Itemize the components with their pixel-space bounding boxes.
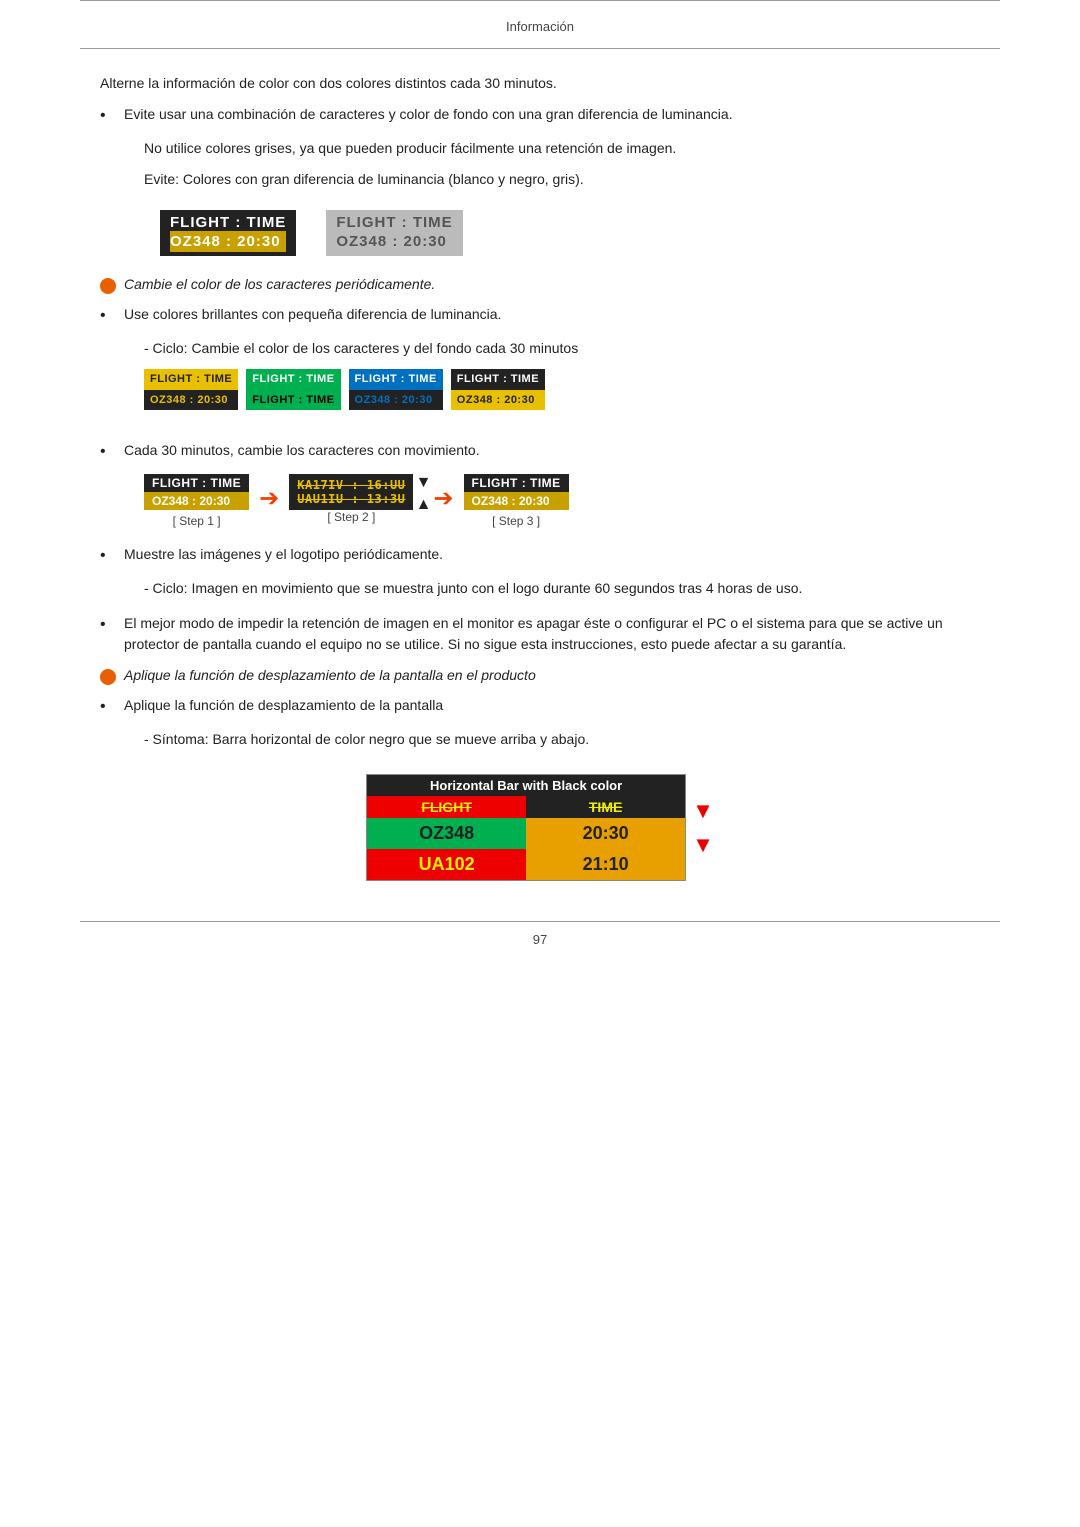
- bullet-text-3: Cada 30 minutos, cambie los caracteres c…: [124, 440, 480, 464]
- scramble-arrows: ▼ ▲: [416, 474, 432, 514]
- cycle-box-1-r2: OZ348 : 20:30: [144, 390, 238, 411]
- ld-header: Horizontal Bar with Black color: [367, 775, 685, 796]
- cycle-box-3-r2: OZ348 : 20:30: [349, 390, 443, 411]
- content-area: Alterne la información de color con dos …: [80, 73, 1000, 891]
- bullet-item-4: • Muestre las imágenes y el logotipo per…: [100, 544, 980, 568]
- sub-para-2: Evite: Colores con gran diferencia de lu…: [144, 169, 980, 190]
- scramble-arrow-down: ▲: [416, 496, 432, 514]
- display-arrow-1: ▼: [692, 798, 714, 824]
- bullet-text-5: El mejor modo de impedir la retención de…: [124, 613, 980, 655]
- step-1-r2: OZ348 : 20:30: [144, 492, 249, 510]
- flight-box-gray: FLIGHT : TIME OZ348 : 20:30: [326, 210, 462, 256]
- arrow-right-2: ➔: [433, 484, 453, 513]
- orange-bullet-1: Cambie el color de los caracteres periód…: [100, 276, 980, 294]
- flight-box-dark-row2: OZ348 : 20:30: [170, 231, 286, 252]
- bullet-dot-3: •: [100, 440, 120, 464]
- step-3-r1: FLIGHT : TIME: [464, 474, 569, 492]
- flight-box-gray-row1: FLIGHT : TIME: [336, 214, 452, 231]
- bullet-dot-1: •: [100, 104, 120, 128]
- ld-cell-oz348: OZ348: [367, 818, 526, 849]
- step-3-box: FLIGHT : TIME OZ348 : 20:30: [464, 474, 569, 510]
- step-1-label: [ Step 1 ]: [173, 514, 221, 528]
- step-2-block: KA17IV : 16:UU UAU1IU : 13:3U ▼ ▲ [ Step…: [289, 474, 413, 524]
- ld-row-1: OZ348 20:30: [367, 818, 685, 849]
- cycle-row: FLIGHT : TIME OZ348 : 20:30 FLIGHT : TIM…: [144, 369, 980, 410]
- step-3-r2: OZ348 : 20:30: [464, 492, 569, 510]
- bullet-item-5: • El mejor modo de impedir la retención …: [100, 613, 980, 655]
- flight-box-dark-row1: FLIGHT : TIME: [170, 214, 286, 231]
- page-number: 97: [533, 932, 547, 947]
- scramble-arrow-up: ▼: [416, 474, 432, 492]
- top-border: [80, 0, 1000, 1]
- cycle-box-4: FLIGHT : TIME OZ348 : 20:30: [451, 369, 545, 410]
- steps-row: FLIGHT : TIME OZ348 : 20:30 [ Step 1 ] ➔…: [144, 474, 980, 528]
- flight-examples: FLIGHT : TIME OZ348 : 20:30 FLIGHT : TIM…: [160, 210, 980, 256]
- sub-para-4: - Síntoma: Barra horizontal de color neg…: [144, 729, 980, 750]
- display-arrow-2: ▼: [692, 832, 714, 858]
- indent-block-1: No utilice colores grises, ya que pueden…: [144, 138, 980, 190]
- flight-box-gray-row2: OZ348 : 20:30: [336, 231, 452, 252]
- indent-block-4: - Síntoma: Barra horizontal de color neg…: [144, 729, 980, 750]
- step-2-box: KA17IV : 16:UU UAU1IU : 13:3U ▼ ▲: [289, 474, 413, 510]
- cycle-label-block: - Ciclo: Cambie el color de los caracter…: [144, 338, 980, 410]
- display-arrows: ▼ ▼: [692, 798, 714, 858]
- ld-cell-2110: 21:10: [526, 849, 685, 880]
- orange-bullet-2-text: Aplique la función de desplazamiento de …: [124, 667, 536, 683]
- step-3-label: [ Step 3 ]: [492, 514, 540, 528]
- cycle-box-1: FLIGHT : TIME OZ348 : 20:30: [144, 369, 238, 410]
- bullet-text-6: Aplique la función de desplazamiento de …: [124, 695, 443, 719]
- cycle-label: - Ciclo: Cambie el color de los caracter…: [144, 338, 980, 359]
- orange-circle-icon: [100, 278, 116, 294]
- orange-circle-icon-2: [100, 669, 116, 685]
- bullet-dot-6: •: [100, 695, 120, 719]
- bullet-dot-5: •: [100, 613, 120, 655]
- step-2-label: [ Step 2 ]: [327, 510, 375, 524]
- large-display-container: Horizontal Bar with Black color FLIGHT T…: [100, 764, 980, 891]
- cycle-box-2-r2: FLIGHT : TIME: [246, 390, 340, 411]
- bullet-dot-4: •: [100, 544, 120, 568]
- flight-box-dark: FLIGHT : TIME OZ348 : 20:30: [160, 210, 296, 256]
- ld-cell-2030: 20:30: [526, 818, 685, 849]
- ld-col-time: TIME: [526, 796, 685, 818]
- cycle-box-2: FLIGHT : TIME FLIGHT : TIME: [246, 369, 340, 410]
- cycle-box-1-r1: FLIGHT : TIME: [144, 369, 238, 390]
- step-2-r2: UAU1IU : 13:3U: [297, 492, 405, 506]
- step-1-box: FLIGHT : TIME OZ348 : 20:30: [144, 474, 249, 510]
- ld-row-2: UA102 21:10: [367, 849, 685, 880]
- bullet-item-3: • Cada 30 minutos, cambie los caracteres…: [100, 440, 980, 464]
- bullet-item-2: • Use colores brillantes con pequeña dif…: [100, 304, 980, 328]
- large-display-wrapper: Horizontal Bar with Black color FLIGHT T…: [366, 764, 714, 891]
- indent-block-3: - Ciclo: Imagen en movimiento que se mue…: [144, 578, 980, 599]
- step-1-r1: FLIGHT : TIME: [144, 474, 249, 492]
- arrow-right-1: ➔: [259, 484, 279, 513]
- step-1-block: FLIGHT : TIME OZ348 : 20:30 [ Step 1 ]: [144, 474, 249, 528]
- page-header: Información: [80, 9, 1000, 49]
- bullet-item-6: • Aplique la función de desplazamiento d…: [100, 695, 980, 719]
- bullet-dot-2: •: [100, 304, 120, 328]
- cycle-box-2-r1: FLIGHT : TIME: [246, 369, 340, 390]
- sub-para-1: No utilice colores grises, ya que pueden…: [144, 138, 980, 159]
- header-title: Información: [506, 19, 574, 34]
- step-3-block: FLIGHT : TIME OZ348 : 20:30 [ Step 3 ]: [464, 474, 569, 528]
- large-display: Horizontal Bar with Black color FLIGHT T…: [366, 774, 686, 881]
- cycle-box-4-r1: FLIGHT : TIME: [451, 369, 545, 390]
- bullet-text-1: Evite usar una combinación de caracteres…: [124, 104, 733, 128]
- page-footer: 97: [80, 921, 1000, 947]
- cycle-box-3: FLIGHT : TIME OZ348 : 20:30: [349, 369, 443, 410]
- ld-col-headers: FLIGHT TIME: [367, 796, 685, 818]
- page-wrapper: Información Alterne la información de co…: [0, 0, 1080, 1007]
- orange-bullet-1-text: Cambie el color de los caracteres periód…: [124, 276, 435, 292]
- ld-cell-ua102: UA102: [367, 849, 526, 880]
- step-2-r1: KA17IV : 16:UU: [297, 478, 405, 492]
- sub-para-3: - Ciclo: Imagen en movimiento que se mue…: [144, 578, 980, 599]
- intro-text: Alterne la información de color con dos …: [100, 73, 980, 94]
- ld-col-flight: FLIGHT: [367, 796, 526, 818]
- bullet-text-4: Muestre las imágenes y el logotipo perió…: [124, 544, 443, 568]
- cycle-box-4-r2: OZ348 : 20:30: [451, 390, 545, 411]
- cycle-box-3-r1: FLIGHT : TIME: [349, 369, 443, 390]
- bullet-text-2: Use colores brillantes con pequeña difer…: [124, 304, 501, 328]
- bullet-item-1: • Evite usar una combinación de caracter…: [100, 104, 980, 128]
- orange-bullet-2: Aplique la función de desplazamiento de …: [100, 667, 980, 685]
